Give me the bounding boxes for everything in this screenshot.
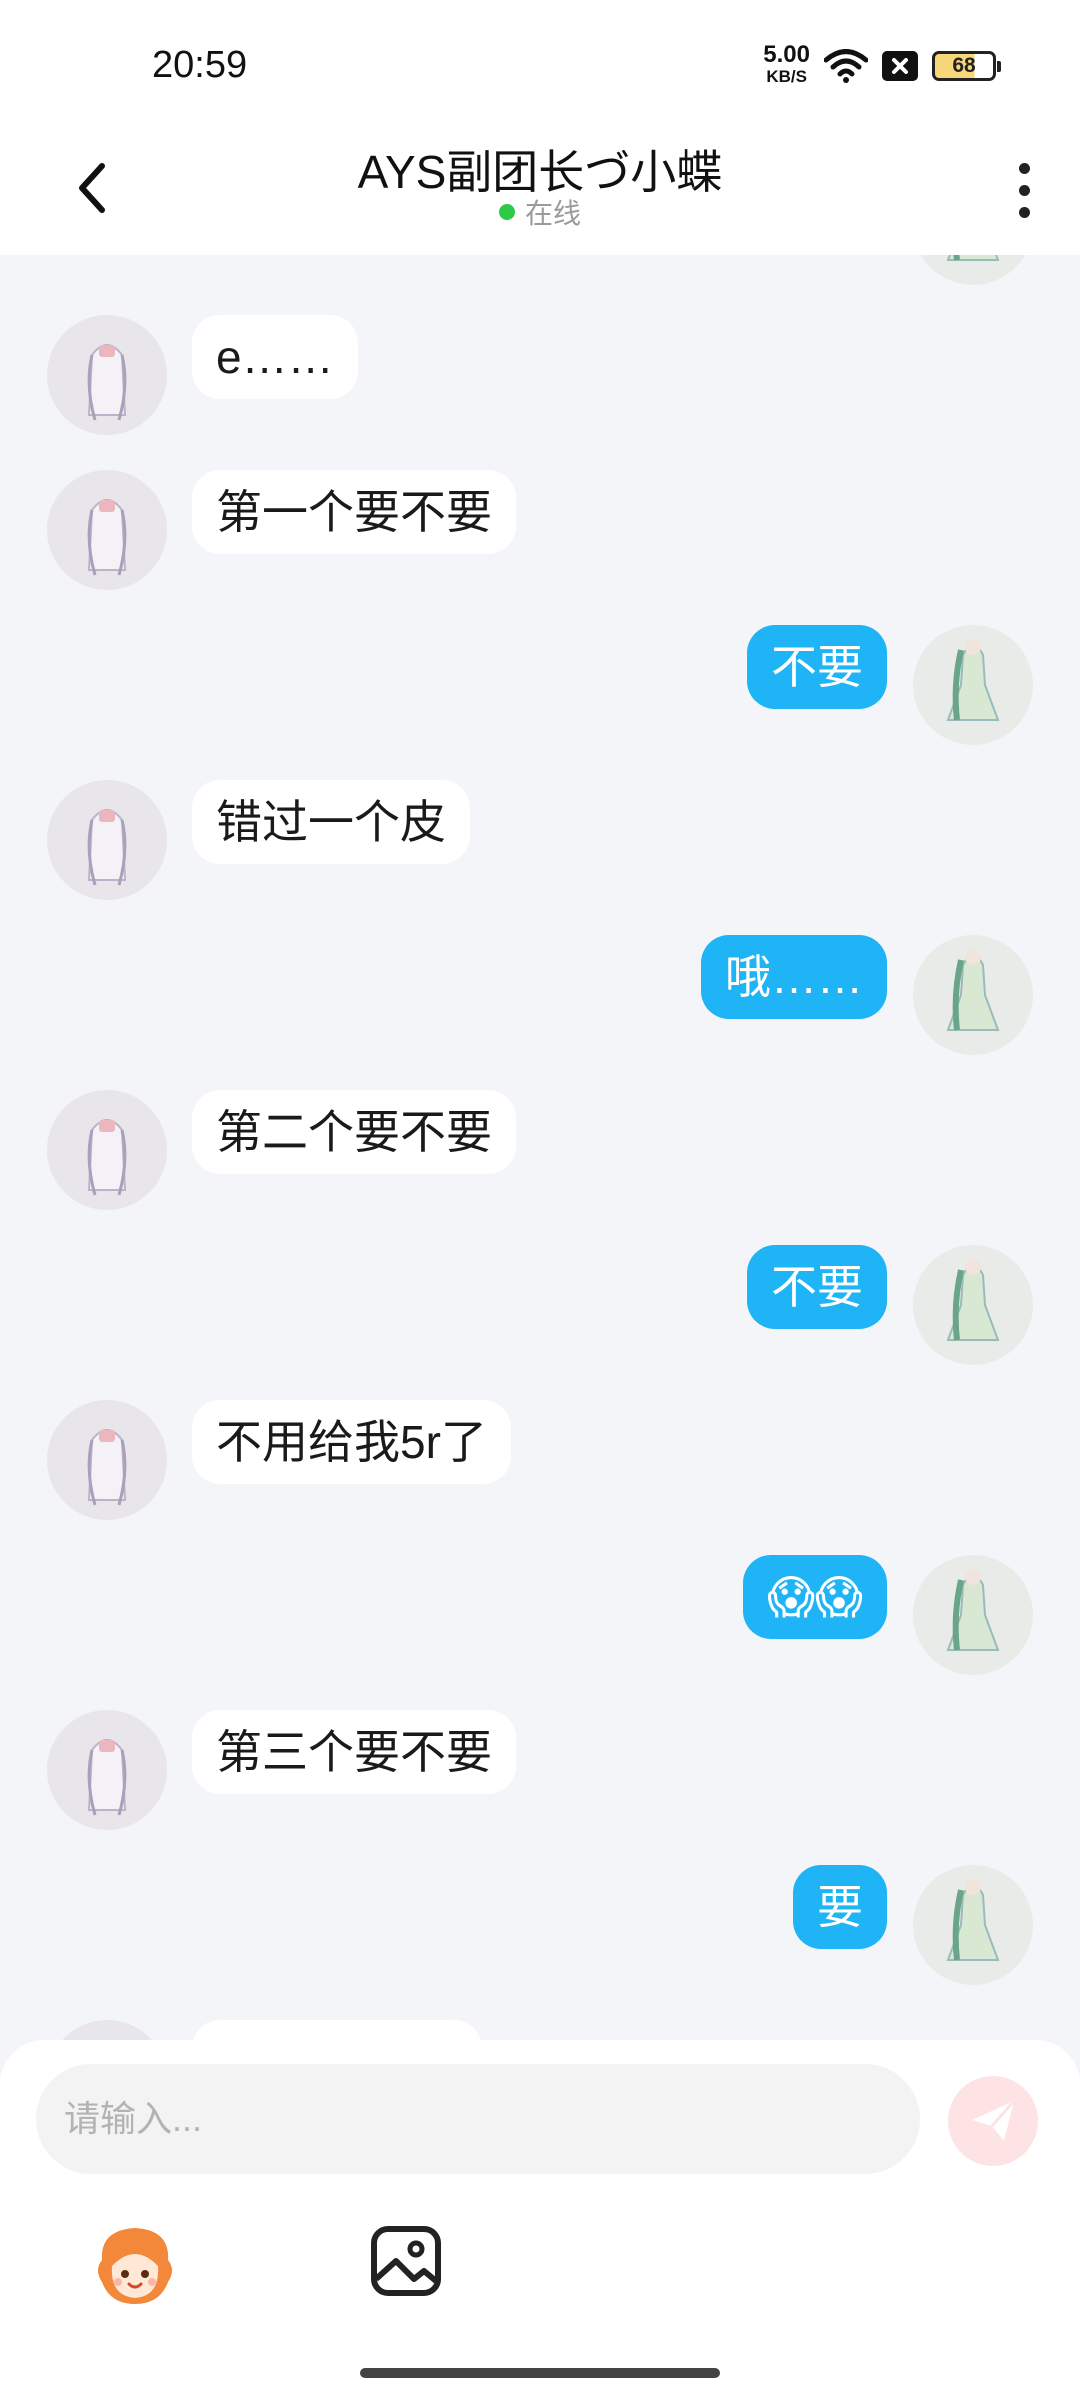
battery-level: 68 bbox=[952, 54, 976, 77]
message-row: 第三个要不要 bbox=[0, 1710, 1080, 1834]
message-row: 第二个要不要 bbox=[0, 1090, 1080, 1214]
message-row: 哦…… bbox=[0, 935, 1080, 1059]
message-bubble-received[interactable]: 错过一个皮 bbox=[192, 780, 470, 864]
message-bubble-sent[interactable]: 不要 bbox=[747, 1245, 887, 1329]
contact-avatar[interactable] bbox=[47, 315, 167, 435]
online-dot-icon bbox=[498, 204, 515, 220]
message-row: 不要 bbox=[0, 1245, 1080, 1369]
network-speed: 5.00 KB/S bbox=[763, 41, 810, 88]
status-time: 20:59 bbox=[152, 44, 248, 86]
message-partial bbox=[0, 2020, 1080, 2040]
send-button[interactable] bbox=[948, 2076, 1038, 2166]
message-bubble-received[interactable]: 第三个要不要 bbox=[192, 1710, 516, 1794]
mascot-emoji-icon bbox=[98, 2228, 172, 2304]
image-icon bbox=[371, 2226, 441, 2296]
message-partial bbox=[0, 255, 1080, 289]
self-avatar[interactable] bbox=[913, 625, 1033, 745]
emoji-button[interactable] bbox=[90, 2220, 180, 2310]
message-bubble-received[interactable] bbox=[192, 2020, 482, 2040]
network-speed-unit: KB/S bbox=[766, 67, 807, 86]
message-row: 要 bbox=[0, 1865, 1080, 1989]
more-vertical-icon bbox=[1018, 162, 1030, 174]
online-status: 在线 bbox=[0, 192, 1080, 232]
message-bubble-sent[interactable]: 😱😱 bbox=[743, 1555, 887, 1639]
more-options-button[interactable] bbox=[1004, 150, 1044, 230]
message-bubble-received[interactable]: 第二个要不要 bbox=[192, 1090, 516, 1174]
online-status-label: 在线 bbox=[524, 198, 581, 229]
message-list[interactable]: e…… 第一个要不要 不要 错过一个皮 哦…… 第二个要不要 不要 不用给我5r… bbox=[0, 255, 1080, 2040]
composer-panel: 请输入... bbox=[0, 2040, 1080, 2400]
status-icons: 5.00 KB/S 68 bbox=[763, 41, 1001, 88]
network-speed-value: 5.00 bbox=[763, 41, 810, 68]
message-bubble-sent[interactable]: 不要 bbox=[747, 625, 887, 709]
home-indicator[interactable] bbox=[360, 2368, 720, 2378]
contact-avatar[interactable] bbox=[47, 1400, 167, 1520]
self-avatar[interactable] bbox=[913, 255, 1033, 285]
message-bubble-sent[interactable]: 哦…… bbox=[701, 935, 887, 1019]
contact-avatar[interactable] bbox=[47, 780, 167, 900]
battery-icon: 68 bbox=[932, 51, 1001, 81]
message-row: 不要 bbox=[0, 625, 1080, 749]
message-bubble-sent[interactable]: 要 bbox=[793, 1865, 887, 1949]
message-row: e…… bbox=[0, 315, 1080, 439]
self-avatar[interactable] bbox=[913, 935, 1033, 1055]
message-row: 第一个要不要 bbox=[0, 470, 1080, 594]
sim-disabled-icon bbox=[882, 51, 918, 81]
chat-header: AYS副团长づ小蝶 在线 bbox=[0, 120, 1080, 255]
contact-avatar[interactable] bbox=[47, 2020, 167, 2040]
paper-plane-icon bbox=[972, 2100, 1016, 2141]
message-row: 不用给我5r了 bbox=[0, 1400, 1080, 1524]
contact-avatar[interactable] bbox=[47, 470, 167, 590]
message-bubble-received[interactable]: 第一个要不要 bbox=[192, 470, 516, 554]
wifi-icon bbox=[824, 49, 868, 83]
status-bar: 20:59 5.00 KB/S 68 bbox=[0, 0, 1080, 120]
contact-avatar[interactable] bbox=[47, 1710, 167, 1830]
self-avatar[interactable] bbox=[913, 1865, 1033, 1985]
message-input[interactable]: 请输入... bbox=[36, 2064, 920, 2174]
message-bubble-received[interactable]: e…… bbox=[192, 315, 358, 399]
message-row: 😱😱 bbox=[0, 1555, 1080, 1679]
message-row: 错过一个皮 bbox=[0, 780, 1080, 904]
contact-avatar[interactable] bbox=[47, 1090, 167, 1210]
self-avatar[interactable] bbox=[913, 1245, 1033, 1365]
message-bubble-received[interactable]: 不用给我5r了 bbox=[192, 1400, 511, 1484]
image-button[interactable] bbox=[368, 2223, 444, 2299]
self-avatar[interactable] bbox=[913, 1555, 1033, 1675]
